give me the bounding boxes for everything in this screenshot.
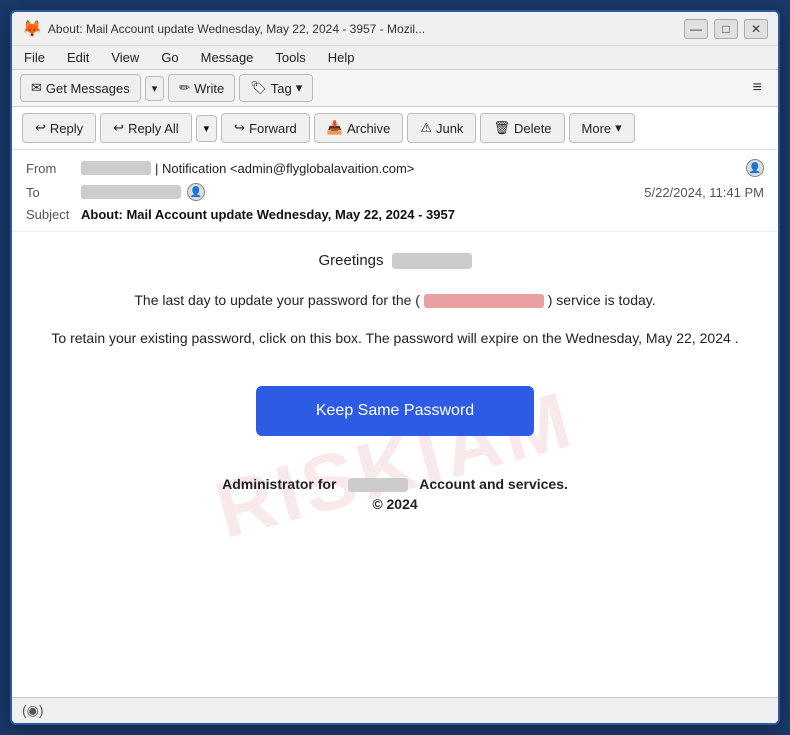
delete-button[interactable]: 🗑 Delete xyxy=(480,113,564,143)
menu-tools[interactable]: Tools xyxy=(271,48,309,67)
get-messages-button[interactable]: ✉ Get Messages xyxy=(20,74,141,102)
subject-row: Subject About: Mail Account update Wedne… xyxy=(26,204,764,225)
toolbar: ✉ Get Messages ▾ ✏ Write 🏷 Tag ▾ ≡ xyxy=(12,70,778,107)
tag-label: Tag xyxy=(271,81,292,96)
to-row: To 👤 5/22/2024, 11:41 PM xyxy=(26,180,764,204)
email-timestamp: 5/22/2024, 11:41 PM xyxy=(644,185,764,200)
from-row: From | Notification <admin@flyglobalavai… xyxy=(26,156,764,180)
to-blurred-name xyxy=(81,185,181,199)
title-bar-controls: — □ ✕ xyxy=(684,19,768,39)
tag-dropdown-arrow: ▾ xyxy=(296,80,303,96)
tag-button[interactable]: 🏷 Tag ▾ xyxy=(239,74,313,102)
status-bar: (◉) xyxy=(12,697,778,723)
footer-prefix: Administrator for xyxy=(222,476,336,492)
trash-icon: 🗑 xyxy=(493,120,510,136)
greeting-text: Greetings xyxy=(318,252,383,269)
email-window: 🦊 About: Mail Account update Wednesday, … xyxy=(10,10,780,725)
from-label: From xyxy=(26,161,81,176)
from-blurred-name xyxy=(81,161,151,175)
more-label: More xyxy=(582,121,612,136)
close-button[interactable]: ✕ xyxy=(744,19,768,39)
body1-text: The last day to update your password for… xyxy=(134,292,420,308)
more-dropdown-arrow: ▾ xyxy=(615,120,622,136)
archive-icon: 📥 xyxy=(327,120,343,136)
forward-button[interactable]: ↪ Forward xyxy=(221,113,310,143)
service-name-blurred xyxy=(424,294,544,308)
pencil-icon: ✏ xyxy=(179,80,190,96)
menu-file[interactable]: File xyxy=(20,48,49,67)
get-messages-label: Get Messages xyxy=(46,81,130,96)
menu-edit[interactable]: Edit xyxy=(63,48,93,67)
hamburger-menu-button[interactable]: ≡ xyxy=(745,74,770,102)
reply-icon: ↩ xyxy=(35,120,46,136)
title-bar: 🦊 About: Mail Account update Wednesday, … xyxy=(12,12,778,46)
keep-password-button[interactable]: Keep Same Password xyxy=(256,386,534,436)
subject-label: Subject xyxy=(26,207,81,222)
email-content: Greetings The last day to update your pa… xyxy=(42,252,748,512)
body1-end-text: ) service is today. xyxy=(548,292,656,308)
body-paragraph-2: To retain your existing password, click … xyxy=(42,327,748,349)
reply-button[interactable]: ↩ Reply xyxy=(22,113,96,143)
greeting-row: Greetings xyxy=(42,252,748,269)
footer-text: Administrator for Account and services. xyxy=(42,476,748,492)
junk-icon: ⚠ xyxy=(420,120,432,136)
archive-label: Archive xyxy=(347,121,390,136)
to-avatar[interactable]: 👤 xyxy=(187,183,205,201)
title-bar-left: 🦊 About: Mail Account update Wednesday, … xyxy=(22,19,425,39)
copyright-text: © 2024 xyxy=(42,496,748,512)
menu-view[interactable]: View xyxy=(107,48,143,67)
write-label: Write xyxy=(194,81,224,96)
delete-label: Delete xyxy=(514,121,552,136)
write-button[interactable]: ✏ Write xyxy=(168,74,235,102)
forward-icon: ↪ xyxy=(234,120,245,136)
email-header: From | Notification <admin@flyglobalavai… xyxy=(12,150,778,232)
body-paragraph-1: The last day to update your password for… xyxy=(42,289,748,311)
email-body: RISKIAM Greetings The last day to update… xyxy=(12,232,778,697)
window-title: About: Mail Account update Wednesday, Ma… xyxy=(48,22,425,36)
envelope-icon: ✉ xyxy=(31,80,42,96)
menu-message[interactable]: Message xyxy=(197,48,258,67)
status-icon: (◉) xyxy=(22,702,44,719)
maximize-button[interactable]: □ xyxy=(714,19,738,39)
reply-dropdown[interactable]: ▾ xyxy=(196,115,218,142)
forward-label: Forward xyxy=(249,121,297,136)
footer-suffix: Account and services. xyxy=(419,476,568,492)
reply-all-icon: ↩ xyxy=(113,120,124,136)
reply-all-label: Reply All xyxy=(128,121,179,136)
menu-bar: File Edit View Go Message Tools Help xyxy=(12,46,778,70)
action-bar: ↩ Reply ↩ Reply All ▾ ↪ Forward 📥 Archiv… xyxy=(12,107,778,150)
greeting-name-blurred xyxy=(392,253,472,269)
minimize-button[interactable]: — xyxy=(684,19,708,39)
more-button[interactable]: More ▾ xyxy=(569,113,635,143)
to-label: To xyxy=(26,185,81,200)
junk-button[interactable]: ⚠ Junk xyxy=(407,113,476,143)
org-name-blurred xyxy=(348,478,408,492)
junk-label: Junk xyxy=(436,121,463,136)
app-icon: 🦊 xyxy=(22,19,42,39)
from-avatar[interactable]: 👤 xyxy=(746,159,764,177)
reply-label: Reply xyxy=(50,121,83,136)
email-subject: About: Mail Account update Wednesday, Ma… xyxy=(81,207,455,222)
get-messages-dropdown[interactable]: ▾ xyxy=(145,76,165,101)
from-value: | Notification <admin@flyglobalavaition.… xyxy=(155,161,740,176)
menu-help[interactable]: Help xyxy=(324,48,359,67)
reply-all-button[interactable]: ↩ Reply All xyxy=(100,113,191,143)
menu-go[interactable]: Go xyxy=(157,48,182,67)
tag-icon: 🏷 xyxy=(250,80,267,96)
archive-button[interactable]: 📥 Archive xyxy=(314,113,404,143)
